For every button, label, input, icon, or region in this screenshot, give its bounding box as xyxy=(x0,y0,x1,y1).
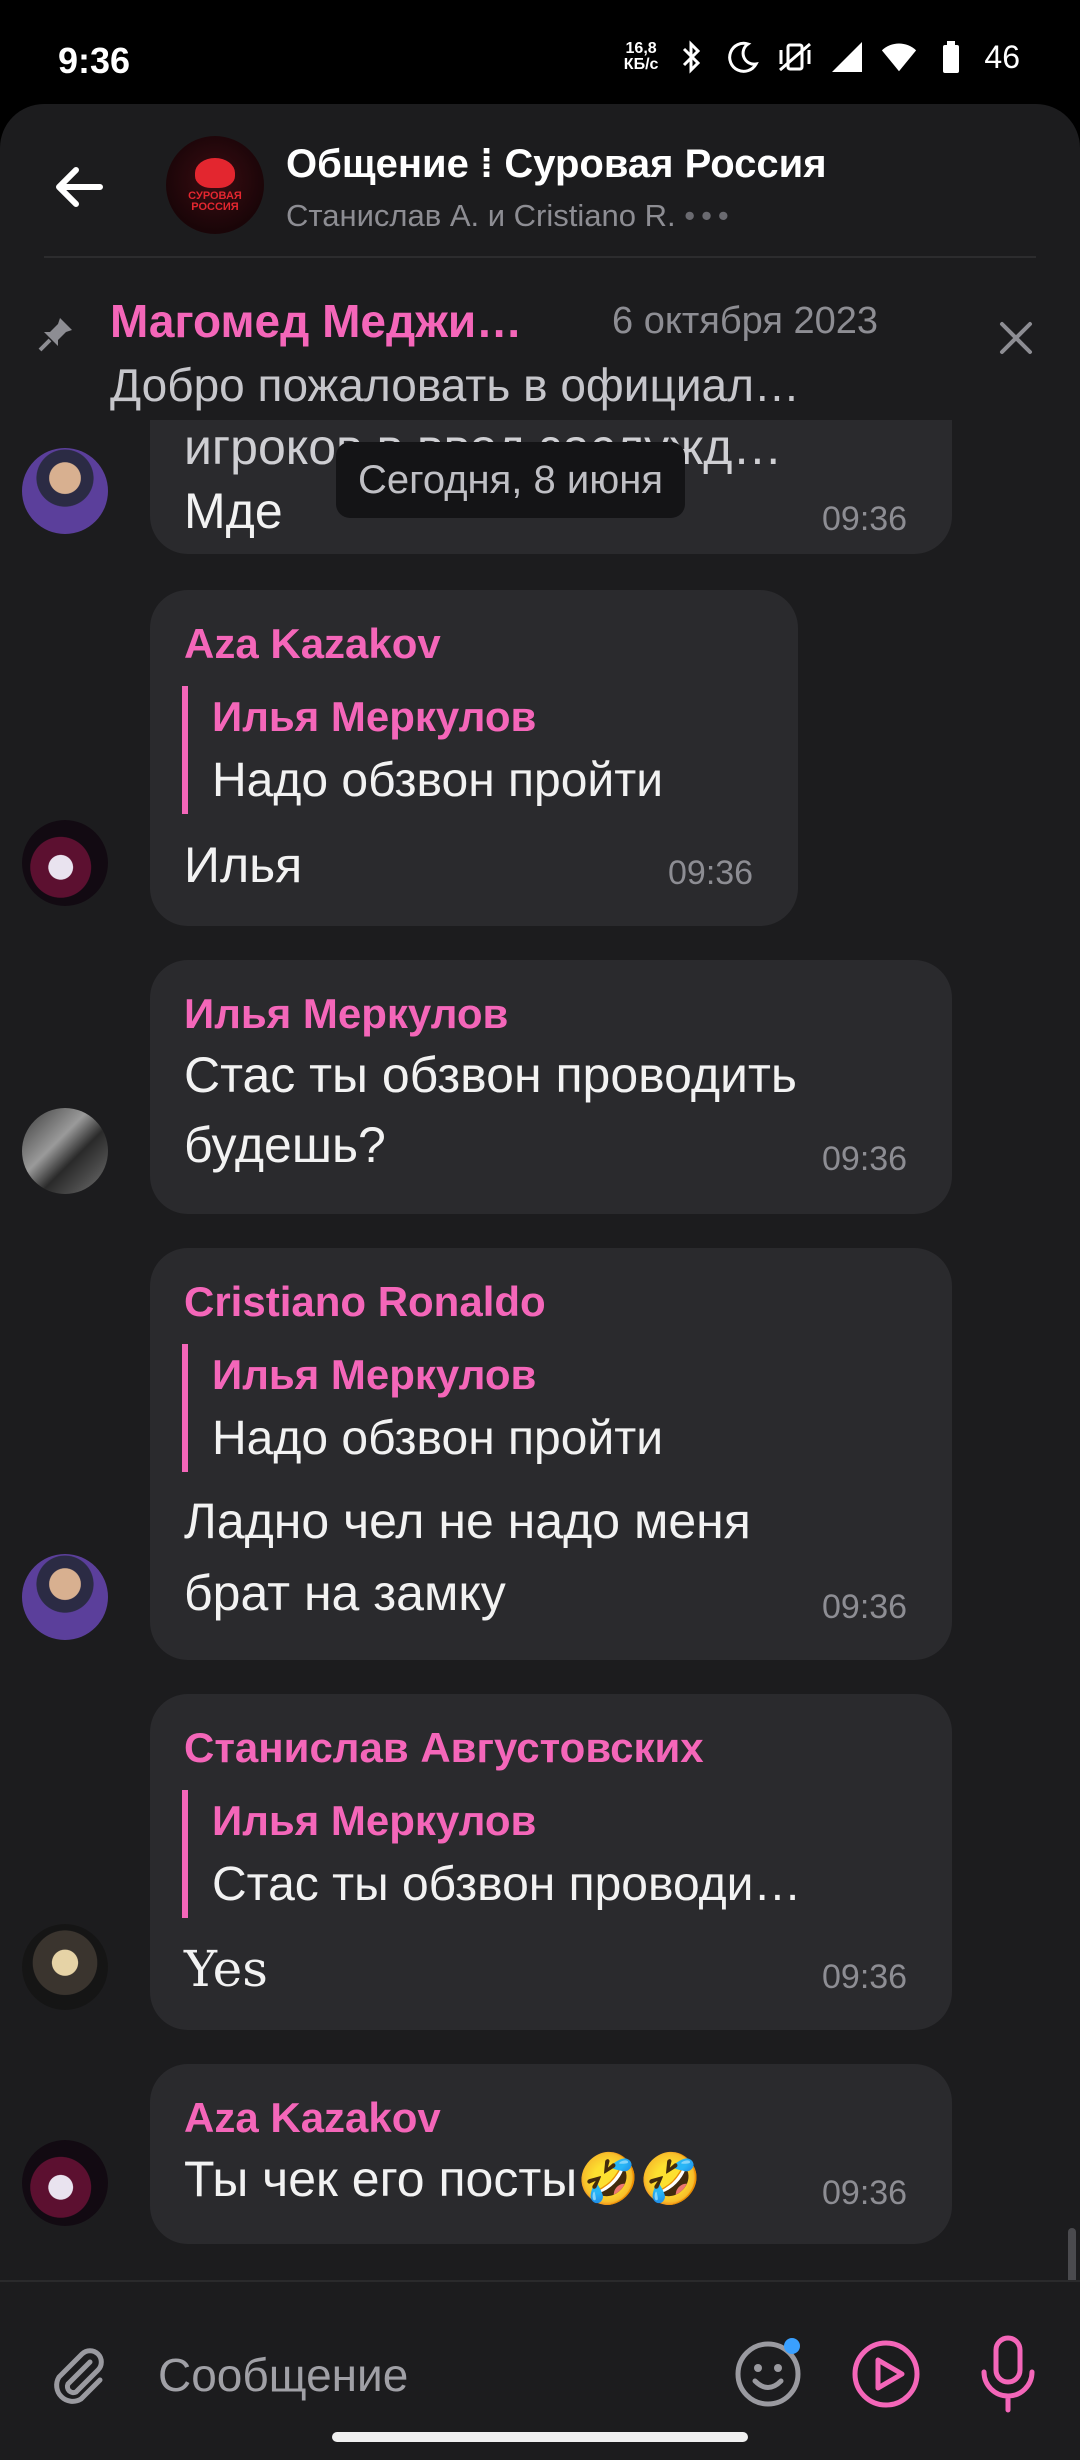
message-bubble[interactable]: Cristiano Ronaldo Илья Меркулов Надо обз… xyxy=(150,1248,952,1660)
quote-text: Надо обзвон пройти xyxy=(212,1412,664,1465)
do-not-disturb-moon-icon xyxy=(724,38,762,76)
message-time: 09:36 xyxy=(822,1958,908,1996)
message-bubble[interactable]: Aza Kazakov Илья Меркулов Надо обзвон пр… xyxy=(150,590,798,926)
sender-avatar[interactable] xyxy=(22,448,108,534)
message-time: 09:36 xyxy=(822,2174,908,2212)
reply-quote[interactable]: Илья Меркулов Стас ты обзвон проводи… xyxy=(182,1790,801,1918)
message-time: 09:36 xyxy=(822,1588,908,1626)
close-icon[interactable] xyxy=(990,312,1042,364)
message-input[interactable] xyxy=(156,2336,680,2414)
status-time: 9:36 xyxy=(58,40,131,81)
date-separator: Сегодня, 8 июня xyxy=(336,442,685,518)
pinned-text: Добро пожаловать в официал… xyxy=(110,359,800,411)
chat-subtitle: Станислав А. и Cristiano R. ••• xyxy=(286,198,735,233)
reply-quote[interactable]: Илья Меркулов Надо обзвон пройти xyxy=(182,686,663,814)
vibrate-off-icon xyxy=(776,38,814,76)
quote-sender: Илья Меркулов xyxy=(212,1797,537,1844)
bluetooth-icon xyxy=(672,38,710,76)
message-bubble[interactable]: Aza Kazakov Ты чек его посты🤣🤣 09:36 xyxy=(150,2064,952,2244)
message-sender[interactable]: Илья Меркулов xyxy=(184,990,508,1038)
message-sender[interactable]: Cristiano Ronaldo xyxy=(184,1278,546,1326)
wifi-icon xyxy=(880,38,918,76)
chat-screen: СУРОВАЯ РОССИЯ Общение ⁞ Суровая Россия … xyxy=(0,104,1080,2460)
quote-text: Надо обзвон пройти xyxy=(212,754,664,807)
message-text: Илья xyxy=(184,837,303,893)
chat-title[interactable]: Общение ⁞ Суровая Россия xyxy=(286,142,827,187)
back-arrow-icon xyxy=(56,167,103,207)
chat-header: СУРОВАЯ РОССИЯ Общение ⁞ Суровая Россия … xyxy=(0,104,1080,256)
quote-text: Стас ты обзвон проводи… xyxy=(212,1858,802,1911)
sender-avatar[interactable] xyxy=(22,1554,108,1640)
network-speed: 16,8 КБ/с xyxy=(623,40,659,73)
bear-logo-icon xyxy=(195,157,235,188)
sender-avatar[interactable] xyxy=(22,820,108,906)
quote-sender: Илья Меркулов xyxy=(212,1351,537,1398)
sender-avatar[interactable] xyxy=(22,2140,108,2226)
signal-icon xyxy=(828,38,866,76)
message-time: 09:36 xyxy=(822,1140,908,1178)
message-time: 09:36 xyxy=(668,854,754,892)
attach-icon[interactable] xyxy=(44,2340,114,2410)
microphone-icon[interactable] xyxy=(970,2332,1046,2416)
message-sender[interactable]: Aza Kazakov xyxy=(184,620,441,668)
scrollbar-thumb[interactable] xyxy=(1068,2228,1076,2286)
pinned-sender: Магомед Меджи… xyxy=(110,295,523,347)
battery-icon xyxy=(932,38,970,76)
pinned-message-bar[interactable]: Магомед Меджи… 6 октября 2023 Добро пожа… xyxy=(0,258,1080,420)
message-text-line: будешь? xyxy=(184,1117,386,1173)
message-bubble[interactable]: Станислав Августовских Илья Меркулов Ста… xyxy=(150,1694,952,2030)
message-sender[interactable]: Aza Kazakov xyxy=(184,2094,441,2142)
group-avatar[interactable]: СУРОВАЯ РОССИЯ xyxy=(166,136,264,234)
quote-sender: Илья Меркулов xyxy=(212,693,537,740)
typing-indicator: ••• xyxy=(684,198,735,233)
pinned-date: 6 октября 2023 xyxy=(612,300,878,342)
message-text: Ты чек его посты🤣🤣 xyxy=(184,2151,702,2207)
message-bubble[interactable]: Илья Меркулов Стас ты обзвон проводить б… xyxy=(150,960,952,1214)
battery-level: 46 xyxy=(984,38,1020,75)
back-button[interactable] xyxy=(44,152,114,222)
message-text-line: брат на замку xyxy=(184,1565,506,1621)
message-text: Мде xyxy=(184,483,283,539)
pin-icon xyxy=(38,318,72,352)
home-indicator[interactable] xyxy=(332,2432,748,2442)
message-text-line: Ладно чел не надо меня xyxy=(184,1493,751,1549)
status-bar: 9:36 16,8 КБ/с 46 xyxy=(0,0,1080,104)
sender-avatar[interactable] xyxy=(22,1924,108,2010)
message-time: 09:36 xyxy=(822,500,908,538)
message-sender[interactable]: Станислав Августовских xyxy=(184,1724,704,1772)
reply-quote[interactable]: Илья Меркулов Надо обзвон пройти xyxy=(182,1344,663,1472)
sender-avatar[interactable] xyxy=(22,1108,108,1194)
play-icon[interactable] xyxy=(848,2336,924,2412)
message-text: Yes xyxy=(184,1940,268,1998)
emoji-icon[interactable] xyxy=(730,2336,806,2412)
message-text-line: Стас ты обзвон проводить xyxy=(184,1047,797,1103)
status-icons: 16,8 КБ/с 46 xyxy=(624,38,1020,76)
